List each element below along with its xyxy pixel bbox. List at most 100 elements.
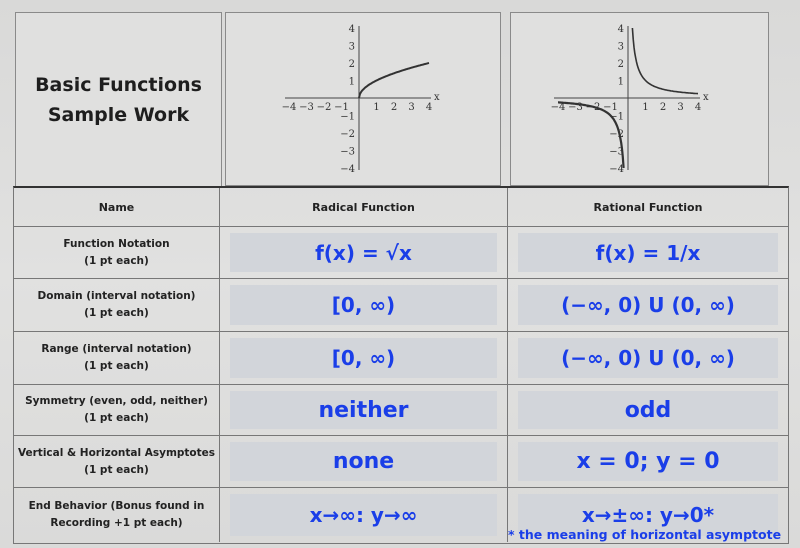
x-axis-label: x (434, 92, 440, 103)
rational-answer: x→±∞: y→0* (581, 503, 715, 527)
row-label-sub: (1 pt each) (84, 360, 149, 372)
radical-answer-cell: neither (220, 385, 508, 435)
row-label-cell: Range (interval notation) (1 pt each) (14, 332, 220, 384)
row-label-cell: Domain (interval notation) (1 pt each) (14, 279, 220, 331)
header-radical-text: Radical Function (312, 200, 415, 214)
y-tick-label: −3 (340, 147, 355, 158)
radical-answer-field[interactable]: x→∞: y→∞ (230, 494, 497, 536)
x-tick-label: −3 (299, 102, 314, 113)
header-rational-text: Rational Function (593, 200, 703, 214)
x-tick-label: 1 (642, 102, 648, 113)
row-label-cell: Function Notation (1 pt each) (14, 227, 220, 278)
radical-graph-cell: −4 −3 −2 −1 1 2 3 4 4 3 2 1 −1 −2 −3 −4 x (225, 12, 501, 186)
row-label-sub: (1 pt each) (84, 307, 149, 319)
rational-answer-field[interactable]: x = 0; y = 0 (518, 442, 778, 481)
footnote: * the meaning of horizontal asymptote (508, 527, 782, 542)
rational-answer-cell: f(x) = 1/x (508, 227, 788, 278)
x-tick-label: 2 (391, 102, 397, 113)
rational-graph-cell: −4 −3 −2 −1 1 2 3 4 4 3 2 1 −1 −2 −3 −4 x (510, 12, 769, 186)
row-label: Symmetry (even, odd, neither) (1 pt each) (25, 393, 208, 427)
row-label-cell: Vertical & Horizontal Asymptotes (1 pt ea… (14, 436, 220, 487)
rational-answer-field[interactable]: (−∞, 0) U (0, ∞) (518, 285, 778, 325)
rational-answer-cell: odd (508, 385, 788, 435)
x-tick-label: −4 (282, 102, 297, 113)
radical-answer-field[interactable]: f(x) = √x (230, 233, 497, 272)
radical-answer: [0, ∞) (331, 293, 396, 317)
y-tick-label: −4 (340, 164, 355, 175)
row-label-sub: (1 pt each) (84, 412, 149, 424)
radical-answer: x→∞: y→∞ (309, 503, 418, 527)
y-tick-label: −4 (609, 164, 624, 175)
table-row: Function Notation (1 pt each) f(x) = √x f(x… (14, 227, 788, 279)
radical-answer: neither (318, 397, 409, 423)
x-tick-label: 3 (677, 102, 683, 113)
radical-answer: none (332, 449, 395, 474)
header-name-text: Name (98, 200, 135, 214)
y-tick-label: 3 (618, 42, 624, 53)
header-name: Name (14, 188, 220, 226)
y-tick-label: −2 (609, 129, 624, 140)
row-label-main: Symmetry (even, odd, neither) (25, 395, 208, 407)
y-tick-label: 1 (349, 77, 355, 88)
row-label: End Behavior (Bonus found in Recording +1… (29, 498, 205, 532)
row-label-cell: End Behavior (Bonus found in Recording +1… (14, 488, 220, 542)
radical-answer-field[interactable]: [0, ∞) (230, 338, 497, 378)
worksheet-page: Basic Functions Sample Work −4 −3 −2 −1 1 2 3 4… (0, 0, 800, 548)
table-row: Domain (interval notation) (1 pt each) [0,… (14, 279, 788, 332)
x-tick-label: 4 (695, 102, 701, 113)
y-tick-label: 1 (618, 77, 624, 88)
header-radical: Radical Function (220, 188, 508, 226)
y-tick-label: −2 (340, 129, 355, 140)
table-row: Symmetry (even, odd, neither) (1 pt each)… (14, 385, 788, 436)
y-tick-label: −1 (340, 112, 355, 123)
radical-answer-field[interactable]: neither (230, 391, 497, 429)
radical-answer: f(x) = √x (315, 240, 412, 265)
row-label-main: End Behavior (Bonus found in (28, 500, 205, 512)
title-line-1: Basic Functions (35, 74, 202, 96)
rational-answer-field[interactable]: (−∞, 0) U (0, ∞) (518, 338, 778, 378)
x-axis-label: x (703, 92, 709, 103)
x-tick-label: 1 (373, 102, 379, 113)
y-tick-label: 4 (349, 24, 355, 35)
rational-answer-cell: (−∞, 0) U (0, ∞) (508, 279, 788, 331)
x-tick-label: 3 (408, 102, 414, 113)
radical-answer-field[interactable]: none (230, 442, 497, 481)
y-tick-label: 4 (618, 24, 624, 35)
functions-table: Name Radical Function Rational Function … (13, 186, 789, 544)
rational-answer: f(x) = 1/x (595, 240, 701, 265)
rational-answer-field[interactable]: odd (518, 391, 778, 429)
y-tick-label: 3 (349, 42, 355, 53)
radical-answer: [0, ∞) (331, 346, 396, 370)
radical-function-graph: −4 −3 −2 −1 1 2 3 44321−1−2−3−4x (282, 24, 440, 175)
row-label-main: Range (interval notation) (41, 343, 192, 355)
radical-answer-cell: [0, ∞) (220, 279, 508, 331)
table-row: Vertical & Horizontal Asymptotes (1 pt ea… (14, 436, 788, 488)
row-label: Range (interval notation) (1 pt each) (41, 341, 191, 375)
row-label-sub: (1 pt each) (84, 254, 149, 267)
rational-curve-positive-branch (631, 27, 698, 95)
rational-answer-cell: x = 0; y = 0 (508, 436, 788, 487)
x-tick-label: −2 (317, 102, 332, 113)
y-tick-label: 2 (618, 59, 624, 70)
radical-answer-cell: x→∞: y→∞ (220, 488, 508, 542)
row-label-main: Domain (interval notation) (37, 290, 196, 302)
row-label-main: Function Notation (63, 237, 170, 250)
title-cell: Basic Functions Sample Work (15, 12, 222, 188)
table-header-row: Name Radical Function Rational Function (14, 188, 788, 227)
rational-answer: (−∞, 0) U (0, ∞) (561, 346, 735, 370)
x-tick-label: 4 (426, 102, 432, 113)
rational-function-graph: −4 −3 −2 −1 1 2 3 44321−1−2−3−4x (551, 24, 709, 175)
radical-answer-field[interactable]: [0, ∞) (230, 285, 497, 325)
row-label-sub: (1 pt each) (84, 463, 149, 476)
row-label: Domain (interval notation) (1 pt each) (38, 288, 196, 322)
row-label-sub: Recording +1 pt each) (50, 517, 183, 529)
rational-answer: x = 0; y = 0 (576, 449, 720, 474)
title-line-2: Sample Work (47, 104, 190, 126)
worksheet-title: Basic Functions Sample Work (35, 70, 202, 130)
radical-answer-cell: none (220, 436, 508, 487)
rational-answer: (−∞, 0) U (0, ∞) (561, 293, 735, 317)
rational-answer-cell: (−∞, 0) U (0, ∞) (508, 332, 788, 384)
row-label-cell: Symmetry (even, odd, neither) (1 pt each) (14, 385, 220, 435)
radical-curve (358, 62, 430, 99)
rational-answer-field[interactable]: f(x) = 1/x (518, 233, 778, 272)
